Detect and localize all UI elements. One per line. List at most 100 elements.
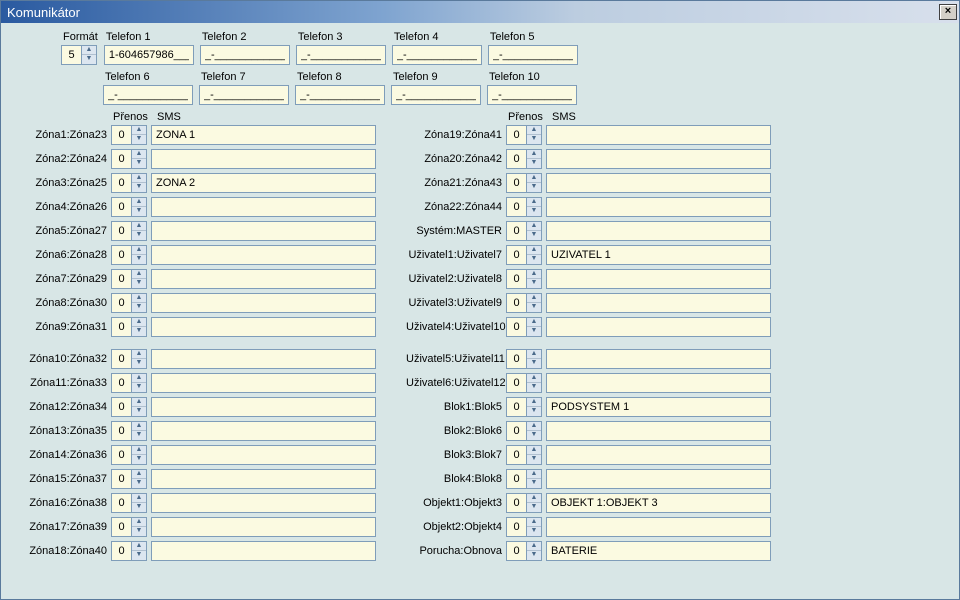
- spinner-up-icon[interactable]: ▲: [527, 470, 541, 479]
- prenos-input[interactable]: [111, 469, 131, 489]
- prenos-input[interactable]: [111, 269, 131, 289]
- sms-input[interactable]: [151, 397, 376, 417]
- spinner-up-icon[interactable]: ▲: [132, 174, 146, 183]
- spinner-down-icon[interactable]: ▼: [82, 55, 96, 64]
- sms-input[interactable]: [151, 221, 376, 241]
- prenos-spinner[interactable]: ▲ ▼: [131, 349, 147, 369]
- spinner-down-icon[interactable]: ▼: [527, 303, 541, 312]
- prenos-spinner[interactable]: ▲ ▼: [131, 517, 147, 537]
- spinner-down-icon[interactable]: ▼: [527, 279, 541, 288]
- spinner-down-icon[interactable]: ▼: [132, 479, 146, 488]
- phone-input-9[interactable]: [391, 85, 481, 105]
- spinner-up-icon[interactable]: ▲: [527, 518, 541, 527]
- prenos-spinner[interactable]: ▲ ▼: [526, 269, 542, 289]
- spinner-down-icon[interactable]: ▼: [527, 183, 541, 192]
- sms-input[interactable]: [546, 245, 771, 265]
- prenos-input[interactable]: [506, 173, 526, 193]
- prenos-input[interactable]: [506, 293, 526, 313]
- prenos-input[interactable]: [506, 397, 526, 417]
- spinner-down-icon[interactable]: ▼: [132, 231, 146, 240]
- prenos-spinner[interactable]: ▲ ▼: [526, 293, 542, 313]
- spinner-up-icon[interactable]: ▲: [132, 470, 146, 479]
- prenos-spinner[interactable]: ▲ ▼: [131, 469, 147, 489]
- prenos-input[interactable]: [506, 245, 526, 265]
- phone-input-6[interactable]: [103, 85, 193, 105]
- prenos-input[interactable]: [506, 269, 526, 289]
- prenos-spinner[interactable]: ▲ ▼: [526, 373, 542, 393]
- prenos-spinner[interactable]: ▲ ▼: [526, 173, 542, 193]
- spinner-up-icon[interactable]: ▲: [527, 174, 541, 183]
- sms-input[interactable]: [151, 421, 376, 441]
- spinner-down-icon[interactable]: ▼: [132, 503, 146, 512]
- sms-input[interactable]: [151, 349, 376, 369]
- prenos-input[interactable]: [111, 421, 131, 441]
- spinner-down-icon[interactable]: ▼: [132, 383, 146, 392]
- prenos-input[interactable]: [506, 541, 526, 561]
- prenos-input[interactable]: [111, 125, 131, 145]
- prenos-spinner[interactable]: ▲ ▼: [526, 349, 542, 369]
- prenos-input[interactable]: [506, 421, 526, 441]
- prenos-input[interactable]: [111, 245, 131, 265]
- spinner-up-icon[interactable]: ▲: [527, 318, 541, 327]
- spinner-down-icon[interactable]: ▼: [527, 383, 541, 392]
- spinner-down-icon[interactable]: ▼: [132, 303, 146, 312]
- spinner-down-icon[interactable]: ▼: [527, 231, 541, 240]
- spinner-up-icon[interactable]: ▲: [527, 222, 541, 231]
- prenos-spinner[interactable]: ▲ ▼: [131, 421, 147, 441]
- prenos-input[interactable]: [111, 149, 131, 169]
- phone-input-2[interactable]: [200, 45, 290, 65]
- sms-input[interactable]: [151, 517, 376, 537]
- spinner-down-icon[interactable]: ▼: [527, 407, 541, 416]
- close-button[interactable]: ×: [939, 4, 957, 20]
- prenos-input[interactable]: [111, 517, 131, 537]
- spinner-down-icon[interactable]: ▼: [527, 255, 541, 264]
- spinner-up-icon[interactable]: ▲: [527, 494, 541, 503]
- phone-input-10[interactable]: [487, 85, 577, 105]
- sms-input[interactable]: [546, 125, 771, 145]
- spinner-up-icon[interactable]: ▲: [132, 446, 146, 455]
- spinner-up-icon[interactable]: ▲: [527, 542, 541, 551]
- sms-input[interactable]: [151, 493, 376, 513]
- prenos-spinner[interactable]: ▲ ▼: [131, 541, 147, 561]
- prenos-input[interactable]: [506, 349, 526, 369]
- spinner-up-icon[interactable]: ▲: [527, 150, 541, 159]
- prenos-input[interactable]: [111, 197, 131, 217]
- spinner-up-icon[interactable]: ▲: [132, 246, 146, 255]
- spinner-down-icon[interactable]: ▼: [132, 527, 146, 536]
- spinner-up-icon[interactable]: ▲: [132, 270, 146, 279]
- prenos-input[interactable]: [111, 397, 131, 417]
- prenos-spinner[interactable]: ▲ ▼: [131, 445, 147, 465]
- sms-input[interactable]: [546, 197, 771, 217]
- sms-input[interactable]: [151, 373, 376, 393]
- spinner-down-icon[interactable]: ▼: [132, 279, 146, 288]
- spinner-up-icon[interactable]: ▲: [527, 198, 541, 207]
- prenos-spinner[interactable]: ▲ ▼: [131, 373, 147, 393]
- prenos-input[interactable]: [111, 221, 131, 241]
- format-spinner[interactable]: ▲ ▼: [81, 45, 97, 65]
- spinner-up-icon[interactable]: ▲: [132, 422, 146, 431]
- sms-input[interactable]: [151, 173, 376, 193]
- sms-input[interactable]: [546, 317, 771, 337]
- phone-input-4[interactable]: [392, 45, 482, 65]
- prenos-spinner[interactable]: ▲ ▼: [131, 245, 147, 265]
- sms-input[interactable]: [151, 245, 376, 265]
- prenos-input[interactable]: [111, 541, 131, 561]
- spinner-up-icon[interactable]: ▲: [132, 126, 146, 135]
- spinner-up-icon[interactable]: ▲: [132, 398, 146, 407]
- prenos-spinner[interactable]: ▲ ▼: [131, 397, 147, 417]
- sms-input[interactable]: [151, 293, 376, 313]
- spinner-down-icon[interactable]: ▼: [527, 551, 541, 560]
- spinner-up-icon[interactable]: ▲: [132, 222, 146, 231]
- sms-input[interactable]: [546, 221, 771, 241]
- sms-input[interactable]: [546, 373, 771, 393]
- sms-input[interactable]: [546, 541, 771, 561]
- spinner-down-icon[interactable]: ▼: [132, 327, 146, 336]
- spinner-up-icon[interactable]: ▲: [132, 494, 146, 503]
- phone-input-5[interactable]: [488, 45, 578, 65]
- spinner-up-icon[interactable]: ▲: [132, 542, 146, 551]
- spinner-down-icon[interactable]: ▼: [527, 207, 541, 216]
- spinner-up-icon[interactable]: ▲: [527, 374, 541, 383]
- prenos-spinner[interactable]: ▲ ▼: [131, 317, 147, 337]
- prenos-spinner[interactable]: ▲ ▼: [526, 245, 542, 265]
- phone-input-7[interactable]: [199, 85, 289, 105]
